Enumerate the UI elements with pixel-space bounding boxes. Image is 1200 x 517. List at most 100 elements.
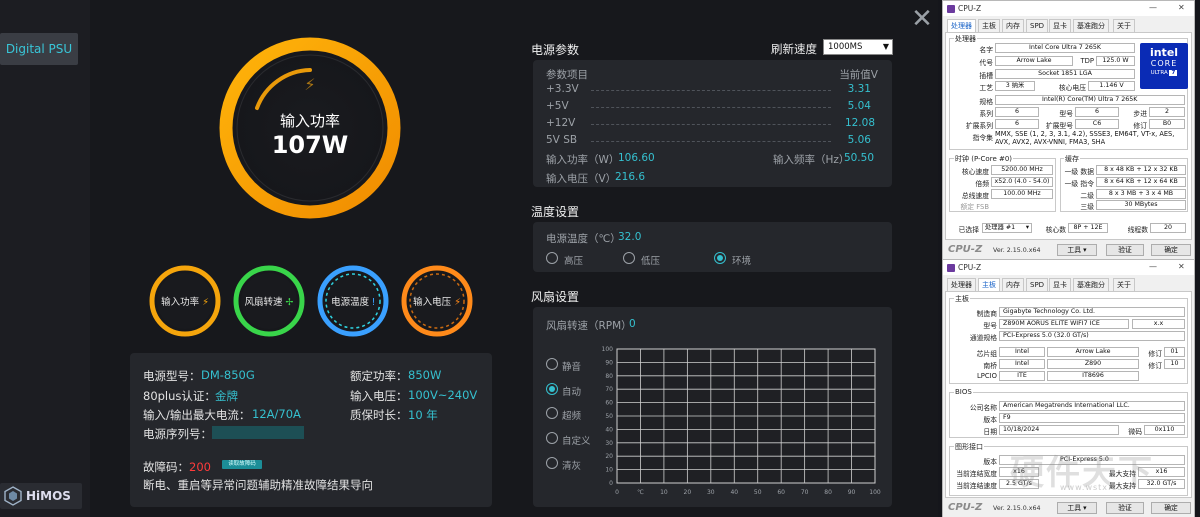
mini-gauge-input-voltage[interactable]: 输入电压 ⚡ <box>399 263 475 339</box>
fan-mode-label: 清灰 <box>562 461 582 472</box>
bolt-icon: ⚡ <box>304 75 316 94</box>
rail-name: +3.3V <box>546 83 579 95</box>
fan-mode-auto[interactable] <box>546 383 558 395</box>
field-label: 一级 数据 <box>1064 168 1094 176</box>
cpuz-cpu-panel: 处理器 名字 Intel Core Ultra 7 265K 代号 Arrow … <box>945 32 1192 240</box>
x-tick-label: 10 <box>660 489 668 496</box>
tab-cpu[interactable]: 处理器 <box>947 278 976 291</box>
tab-cpu[interactable]: 处理器 <box>947 19 976 33</box>
southbridge-rev: 10 <box>1164 359 1185 369</box>
processor-select[interactable]: 处理器 #1 ▾ <box>982 223 1032 233</box>
refresh-label: 刷新速度 <box>771 42 817 56</box>
fan-mode-overclock[interactable] <box>546 407 558 419</box>
cpuz-title-bar: CPU-Z — ✕ <box>943 1 1194 16</box>
row-leader <box>591 141 831 142</box>
tab-memory[interactable]: 内存 <box>1002 278 1024 291</box>
model: 6 <box>1075 107 1119 117</box>
fan-icon: ✢ <box>285 297 294 308</box>
minimize-icon[interactable]: — <box>1149 262 1157 271</box>
power-params-title: 电源参数 <box>531 43 580 57</box>
rail-name: +12V <box>546 117 576 129</box>
mini-gauge-label: 电源温度 ǃ <box>331 297 375 308</box>
tab-spd[interactable]: SPD <box>1026 19 1049 32</box>
voltage-value: 100V~240V <box>408 388 478 402</box>
ok-button[interactable]: 确定 <box>1151 244 1191 256</box>
x-tick-label: 90 <box>848 489 856 496</box>
field-label: 总线速度 <box>961 192 989 200</box>
tab-spd[interactable]: SPD <box>1026 278 1049 291</box>
y-tick-label: 30 <box>605 440 613 447</box>
validate-button[interactable]: 验证 <box>1106 244 1144 256</box>
rail-name: +5V <box>546 100 569 112</box>
close-icon[interactable]: ✕ <box>910 6 934 32</box>
himos-logo: HiMOS <box>0 483 82 509</box>
chevron-down-icon: ▼ <box>882 42 889 51</box>
fault-code-value: 200 <box>189 460 211 474</box>
tools-button[interactable]: 工具 ▾ <box>1057 502 1097 514</box>
warranty-label: 质保时长： <box>350 408 408 422</box>
col-item: 参数项目 <box>546 69 588 81</box>
fan-curve-chart[interactable]: 10090807060504030201000 ℃ 10 20 30 40 50 60 70 80… <box>595 341 885 501</box>
minimize-icon[interactable]: — <box>1149 3 1157 12</box>
mini-gauge-fan-speed[interactable]: 风扇转速 ✢ <box>231 263 307 339</box>
cpuz-title-bar: CPU-Z — ✕ <box>943 260 1194 275</box>
field-label: 扩展系列 <box>965 122 993 130</box>
radio-high-voltage[interactable] <box>546 252 558 264</box>
refresh-rate-select[interactable]: 1000MS ▼ <box>823 39 893 55</box>
fan-mode-silent[interactable] <box>546 358 558 370</box>
tab-bench[interactable]: 基准跑分 <box>1073 19 1109 32</box>
field-label: 型号 <box>983 322 997 330</box>
rail-value: 5.06 <box>847 134 871 146</box>
socket: Socket 1851 LGA <box>995 69 1135 79</box>
group-title: 处理器 <box>954 34 977 44</box>
row-leader <box>591 124 831 125</box>
l3-cache: 30 MBytes <box>1096 200 1186 210</box>
close-icon[interactable]: ✕ <box>1178 3 1185 12</box>
x-tick-label: 50 <box>754 489 762 496</box>
cpuz-window-cpu: CPU-Z — ✕ 处理器 主板 内存 SPD 显卡 基准跑分 关于 处理器 名… <box>942 0 1195 259</box>
field-label: 通道规格 <box>969 334 997 342</box>
southbridge-vendor: Intel <box>999 359 1045 369</box>
cpuz-app-icon <box>947 5 955 13</box>
fan-mode-label: 超频 <box>562 411 582 422</box>
x-tick-label: 20 <box>684 489 692 496</box>
fault-code: 故障码：200 <box>143 459 211 475</box>
tab-bench[interactable]: 基准跑分 <box>1073 278 1109 291</box>
threads: 20 <box>1150 223 1186 233</box>
field-label: 核心数 <box>1045 226 1066 234</box>
validate-button[interactable]: 验证 <box>1106 502 1144 514</box>
input-voltage-label: 输入电压（V） <box>546 173 617 185</box>
mini-gauge-psu-temp[interactable]: 电源温度 ǃ <box>315 263 391 339</box>
lpcio-vendor: ITE <box>999 371 1045 381</box>
tdp: 125.0 W <box>1096 56 1135 66</box>
mini-gauge-input-power[interactable]: 输入功率 ⚡ <box>147 263 223 339</box>
tab-mainboard[interactable]: 主板 <box>978 19 1000 32</box>
read-fault-code-button[interactable]: 读取故障码 <box>222 460 262 469</box>
field-label: 修订 <box>1148 362 1162 370</box>
tools-button[interactable]: 工具 ▾ <box>1057 244 1097 256</box>
fan-mode-custom[interactable] <box>546 432 558 444</box>
close-icon[interactable]: ✕ <box>1178 262 1185 271</box>
tab-about[interactable]: 关于 <box>1113 19 1135 32</box>
field-label: 规格 <box>979 98 993 106</box>
y-tick-label: 10 <box>605 467 613 474</box>
radio-low-voltage[interactable] <box>623 252 635 264</box>
tab-mainboard[interactable]: 主板 <box>978 278 1000 292</box>
field-label: 额定 FSB <box>960 203 989 211</box>
x-tick-label: 60 <box>777 489 785 496</box>
tab-memory[interactable]: 内存 <box>1002 19 1024 32</box>
fan-mode-label: 静音 <box>562 362 582 373</box>
tab-graphics[interactable]: 显卡 <box>1049 278 1071 291</box>
x-tick-label: 70 <box>801 489 809 496</box>
tab-about[interactable]: 关于 <box>1113 278 1135 291</box>
tab-graphics[interactable]: 显卡 <box>1049 19 1071 32</box>
mini-gauge-label: 输入电压 ⚡ <box>413 297 461 308</box>
fan-mode-dust-clean[interactable] <box>546 457 558 469</box>
ok-button[interactable]: 确定 <box>1151 502 1191 514</box>
fan-settings-title: 风扇设置 <box>531 290 580 304</box>
field-label: 当前连结宽度 <box>956 470 997 478</box>
sidebar-item-digital-psu[interactable]: Digital PSU <box>0 33 78 65</box>
bus-speed: 100.00 MHz <box>991 189 1053 199</box>
field-label: TDP <box>1080 57 1094 65</box>
radio-ambient[interactable] <box>714 252 726 264</box>
